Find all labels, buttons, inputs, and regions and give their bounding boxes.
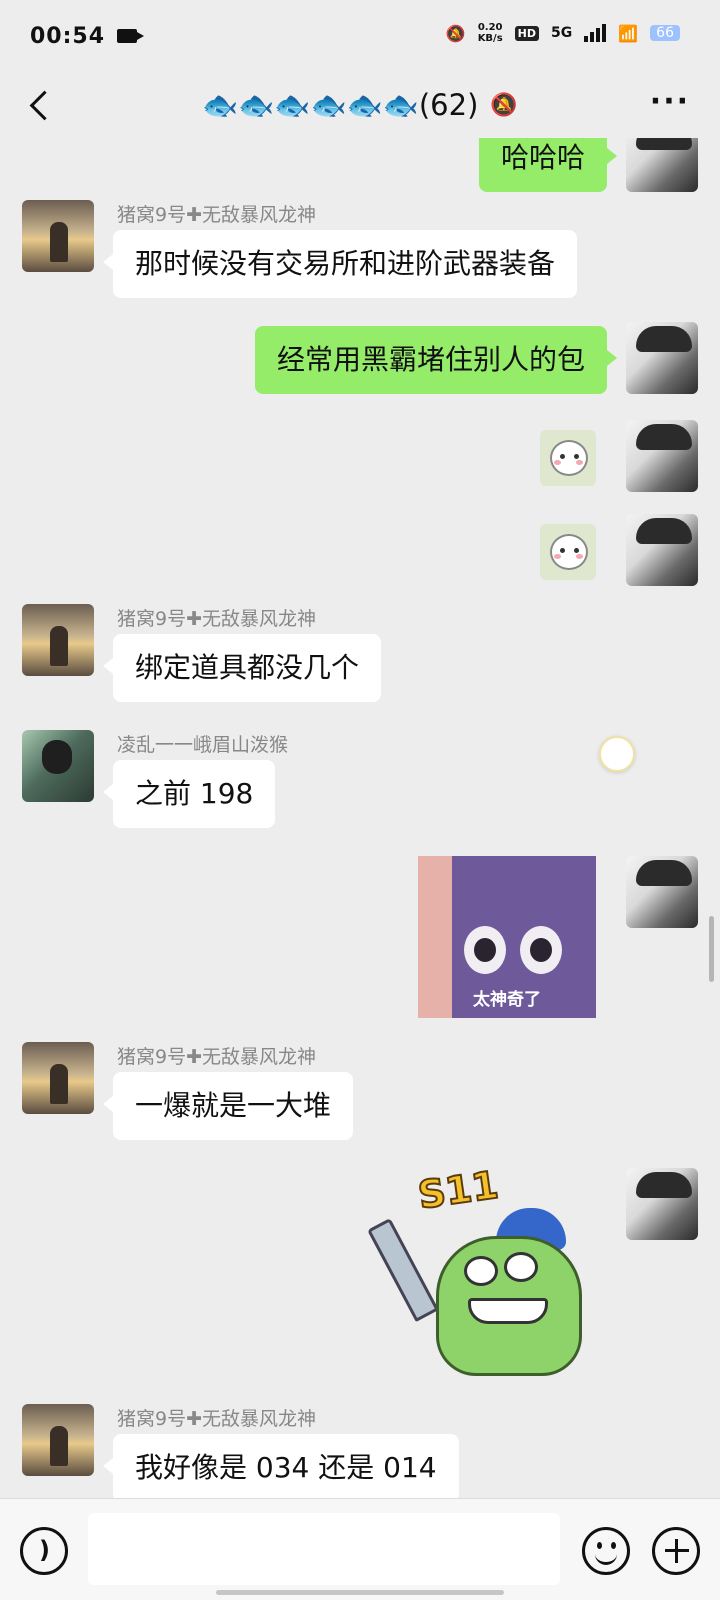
chat-message-list[interactable]: 哈哈哈 猪窝9号✚无敌暴风龙神 那时候没有交易所和进阶武器装备 经常用黑霸堵住别… [0,138,720,1498]
status-bar: 00:54 🔕 0.20 KB/s HD 5G 📶 66 [0,0,720,72]
sticker-eye-right [504,1252,538,1282]
message-row [0,514,720,588]
signal-icon [584,24,607,42]
sticker-eye-left [464,926,506,974]
my-avatar[interactable] [626,856,698,928]
my-avatar[interactable] [626,1168,698,1240]
wifi-icon: 📶 [618,23,639,43]
status-time: 00:54 [30,23,106,49]
message-input[interactable] [88,1513,560,1585]
sender-avatar[interactable] [22,730,94,802]
battery-indicator: 66 [650,25,680,41]
sender-nickname: 猪窝9号✚无敌暴风龙神 [117,1046,317,1068]
message-row: 猪窝9号✚无敌暴风龙神 绑定道具都没几个 [0,604,720,714]
sticker-eye-left [464,1256,498,1286]
my-avatar[interactable] [626,420,698,492]
message-bubble-incoming[interactable]: 我好像是 034 还是 014 [103,1434,459,1498]
sender-nickname: 凌乱一一峨眉山泼猴 [117,734,289,756]
status-right-group: 🔕 0.20 KB/s HD 5G 📶 66 [446,22,680,44]
sender-nickname: 猪窝9号✚无敌暴风龙神 [117,204,317,226]
chat-title: 🐟🐟🐟🐟🐟🐟(62) [202,87,479,122]
mute-chat-icon: 🔕 [490,92,518,118]
sticker-mouth [468,1298,548,1324]
sticker-caption: S11 [414,1162,502,1219]
chat-header: 🐟🐟🐟🐟🐟🐟(62) 🔕 ··· [0,72,720,138]
floating-assist-button[interactable] [599,736,635,772]
message-bubble-outgoing[interactable]: 哈哈哈 [478,138,618,192]
my-avatar[interactable] [626,514,698,586]
cat-sticker[interactable] [540,430,596,486]
my-avatar[interactable] [626,138,698,192]
mute-notification-icon: 🔕 [445,23,466,43]
network-speed-value: 0.20 [477,22,503,33]
input-bar [0,1498,720,1600]
crocodile-sword-sticker[interactable]: S11 [367,1162,596,1386]
more-plus-icon[interactable] [652,1527,700,1575]
message-bubble-incoming[interactable]: 一爆就是一大堆 [102,1072,354,1140]
network-speed: 0.20 KB/s [478,22,503,44]
voice-input-icon[interactable] [20,1527,68,1575]
network-type: 5G [551,25,573,41]
message-row: 经常用黑霸堵住别人的包 [0,322,720,398]
message-row: 猪窝9号✚无敌暴风龙神 一爆就是一大堆 [0,1042,720,1152]
sticker-caption: 太神奇了 [473,990,541,1010]
emoji-icon[interactable] [582,1527,630,1575]
message-row: 太神奇了 [0,856,720,1022]
message-bubble-incoming[interactable]: 那时候没有交易所和进阶武器装备 [102,230,578,298]
hd-badge: HD [514,25,540,41]
message-bubble-outgoing[interactable]: 经常用黑霸堵住别人的包 [254,326,618,394]
scrollbar[interactable] [709,916,714,982]
sender-avatar[interactable] [22,1042,94,1114]
cat-sticker[interactable] [540,524,596,580]
purple-face-sticker[interactable]: 太神奇了 [418,856,596,1018]
sender-nickname: 猪窝9号✚无敌暴风龙神 [117,608,317,630]
message-row: 猪窝9号✚无敌暴风龙神 那时候没有交易所和进阶武器装备 [0,200,720,310]
my-avatar[interactable] [626,322,698,394]
sticker-sword [367,1217,439,1323]
sender-avatar[interactable] [22,604,94,676]
network-speed-unit: KB/s [477,33,503,44]
video-recording-icon [117,29,145,43]
message-bubble-incoming[interactable]: 绑定道具都没几个 [102,634,382,702]
sender-avatar[interactable] [22,200,94,272]
back-arrow-icon[interactable] [24,86,58,124]
message-bubble-incoming[interactable]: 之前 198 [102,760,276,828]
message-row: 哈哈哈 [0,138,720,194]
sticker-eye-right [520,926,562,974]
sender-nickname: 猪窝9号✚无敌暴风龙神 [117,1408,317,1430]
message-row: 猪窝9号✚无敌暴风龙神 我好像是 034 还是 014 [0,1404,720,1498]
message-row [0,420,720,494]
home-indicator[interactable] [216,1590,504,1595]
sender-avatar[interactable] [22,1404,94,1476]
message-row: S11 [0,1162,720,1388]
more-options-icon[interactable]: ··· [650,87,690,117]
